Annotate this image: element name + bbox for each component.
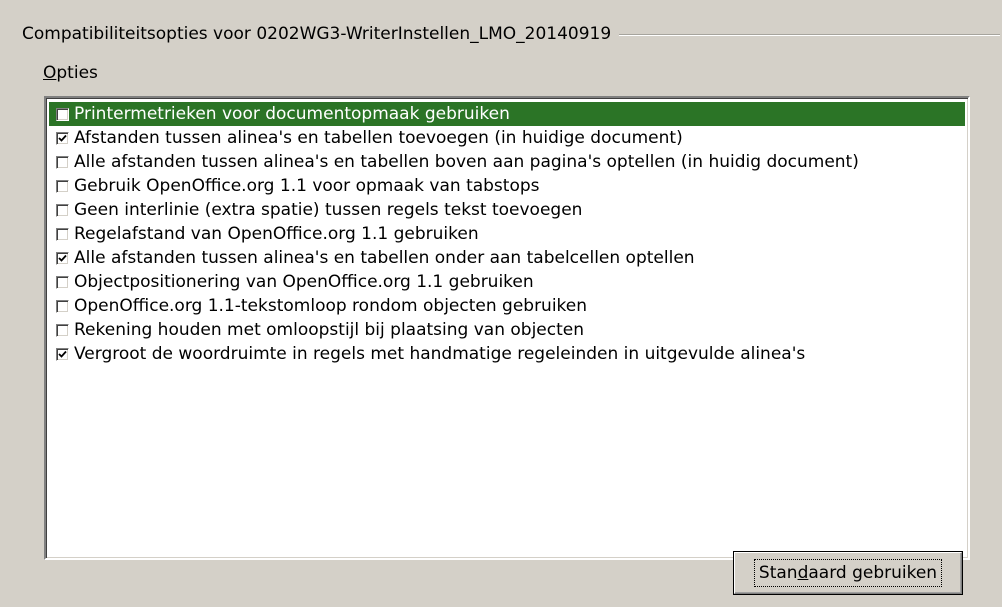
option-item[interactable]: OpenOffice.org 1.1-tekstomloop rondom ob…	[49, 294, 965, 318]
option-checkbox[interactable]	[56, 347, 69, 361]
option-checkbox[interactable]	[56, 251, 69, 265]
use-default-button-label: Standaard gebruiken	[753, 559, 943, 587]
use-default-button[interactable]: Standaard gebruiken	[733, 551, 963, 595]
checkmark-icon	[58, 134, 67, 142]
option-item[interactable]: Geen interlinie (extra spatie) tussen re…	[49, 198, 965, 222]
option-item[interactable]: Afstanden tussen alinea's en tabellen to…	[49, 126, 965, 150]
option-item[interactable]: Rekening houden met omloopstijl bij plaa…	[49, 318, 965, 342]
option-label: Gebruik OpenOffice.org 1.1 voor opmaak v…	[74, 176, 540, 196]
compatibility-section-header: Compatibiliteitsopties voor 0202WG3-Writ…	[22, 23, 1000, 45]
option-checkbox[interactable]	[56, 107, 69, 121]
option-label: Vergroot de woordruimte in regels met ha…	[74, 344, 806, 364]
option-checkbox[interactable]	[56, 275, 69, 289]
section-divider	[619, 33, 1000, 35]
option-item[interactable]: Regelafstand van OpenOffice.org 1.1 gebr…	[49, 222, 965, 246]
option-label: Afstanden tussen alinea's en tabellen to…	[74, 128, 683, 148]
option-item[interactable]: Objectpositionering van OpenOffice.org 1…	[49, 270, 965, 294]
option-label: Geen interlinie (extra spatie) tussen re…	[74, 200, 583, 220]
options-label-mnemonic: O	[43, 63, 57, 83]
option-label: Regelafstand van OpenOffice.org 1.1 gebr…	[74, 224, 479, 244]
checkmark-icon	[58, 254, 67, 262]
option-label: Alle afstanden tussen alinea's en tabell…	[74, 152, 859, 172]
option-checkbox[interactable]	[56, 179, 69, 193]
btn-mnemonic: d	[797, 563, 809, 583]
option-item[interactable]: Alle afstanden tussen alinea's en tabell…	[49, 150, 965, 174]
option-checkbox[interactable]	[56, 323, 69, 337]
option-label: Printermetrieken voor documentopmaak geb…	[74, 104, 510, 124]
btn-part-2: aard gebruiken	[808, 563, 938, 583]
option-item[interactable]: Vergroot de woordruimte in regels met ha…	[49, 342, 965, 366]
option-label: Objectpositionering van OpenOffice.org 1…	[74, 272, 534, 292]
option-checkbox[interactable]	[56, 203, 69, 217]
options-list-items: Printermetrieken voor documentopmaak geb…	[46, 98, 968, 366]
options-checkbox-list[interactable]: Printermetrieken voor documentopmaak geb…	[44, 96, 970, 560]
options-label-rest: pties	[56, 63, 98, 83]
option-checkbox[interactable]	[56, 227, 69, 241]
option-checkbox[interactable]	[56, 299, 69, 313]
option-checkbox[interactable]	[56, 155, 69, 169]
btn-part-1: Stan	[758, 563, 798, 583]
option-item[interactable]: Printermetrieken voor documentopmaak geb…	[49, 102, 965, 126]
option-label: Alle afstanden tussen alinea's en tabell…	[74, 248, 695, 268]
option-label: Rekening houden met omloopstijl bij plaa…	[74, 320, 584, 340]
options-label: Opties	[43, 62, 98, 84]
section-title: Compatibiliteitsopties voor 0202WG3-Writ…	[22, 24, 612, 44]
option-checkbox[interactable]	[56, 131, 69, 145]
option-item[interactable]: Gebruik OpenOffice.org 1.1 voor opmaak v…	[49, 174, 965, 198]
option-label: OpenOffice.org 1.1-tekstomloop rondom ob…	[74, 296, 588, 316]
option-item[interactable]: Alle afstanden tussen alinea's en tabell…	[49, 246, 965, 270]
checkmark-icon	[58, 350, 67, 358]
